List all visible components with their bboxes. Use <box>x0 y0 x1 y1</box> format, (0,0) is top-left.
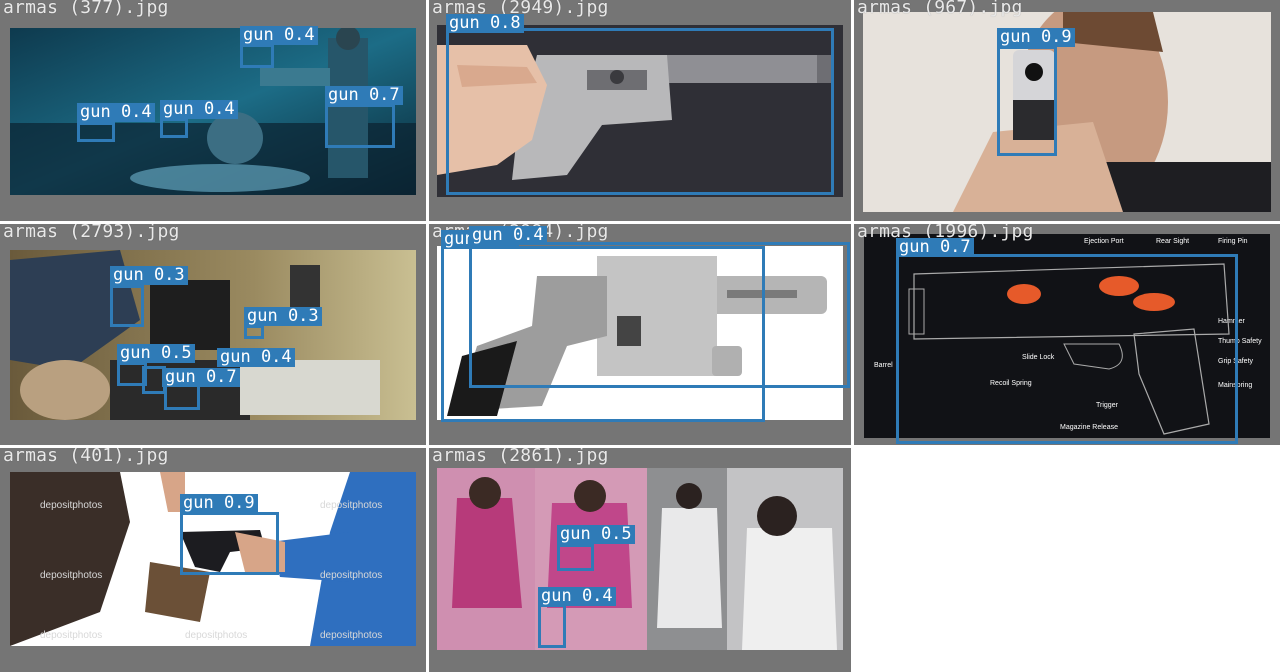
watermark-text: depositphotos <box>320 630 383 641</box>
detection-box[interactable] <box>997 46 1057 156</box>
watermark-text: depositphotos <box>40 570 103 581</box>
detection-label: gun 0.7 <box>162 368 240 387</box>
detection-box[interactable] <box>557 544 594 571</box>
detection-label: gun 0.5 <box>117 344 195 363</box>
image-filename: armas (2793).jpg <box>3 224 180 242</box>
image-filename: armas (401).jpg <box>3 448 169 466</box>
detection-label: gun 0.4 <box>469 226 547 245</box>
watermark-text: depositphotos <box>40 630 103 641</box>
detection-label: gun 0.9 <box>180 494 258 513</box>
detection-box[interactable] <box>896 254 1238 444</box>
thumbnail-image <box>10 250 416 420</box>
diagram-label: Ejection Port <box>1084 238 1124 245</box>
detection-box[interactable] <box>180 512 279 575</box>
watermark-text: depositphotos <box>320 570 383 581</box>
detection-label: gun 0.4 <box>217 348 295 367</box>
detection-label: gun 0.4 <box>240 26 318 45</box>
result-tile-7[interactable]: depositphotos depositphotos depositphoto… <box>0 448 426 672</box>
thumbnail-image <box>437 468 843 650</box>
watermark-text: depositphotos <box>185 630 248 641</box>
diagram-label: Rear Sight <box>1156 238 1190 245</box>
detection-box[interactable] <box>110 285 144 327</box>
result-tile-3[interactable]: armas (967).jpg gun 0.9 <box>854 0 1280 221</box>
image-filename: armas (2861).jpg <box>432 448 609 466</box>
detection-box[interactable] <box>160 118 188 138</box>
detection-label: gun 0.3 <box>110 266 188 285</box>
image-filename: armas (377).jpg <box>3 0 169 18</box>
detection-label: gun 0.3 <box>244 307 322 326</box>
result-tile-1[interactable]: armas (377).jpg gun 0.4 gun 0.7 gun 0.4 … <box>0 0 426 221</box>
detection-label: gun 0.4 <box>538 587 616 606</box>
result-tile-8[interactable]: armas (2861).jpg gun 0.5 gun 0.4 <box>429 448 851 672</box>
image-filename: armas (967).jpg <box>857 0 1023 18</box>
detection-box[interactable] <box>240 44 274 68</box>
watermark-text: depositphotos <box>40 500 103 511</box>
detection-label: gun 0.4 <box>77 103 155 122</box>
detection-label: gun 0.7 <box>325 86 403 105</box>
detection-box[interactable] <box>77 122 115 142</box>
prediction-grid: { "colors": { "tile_bg": "#757575", "box… <box>0 0 1280 672</box>
detection-label: gun 0.9 <box>997 28 1075 47</box>
detection-label: gun 0.4 <box>160 100 238 119</box>
detection-box[interactable] <box>469 242 850 388</box>
result-tile-2[interactable]: armas (2949).jpg gun 0.8 <box>429 0 851 221</box>
result-tile-5[interactable]: armas (2984).jpg gun 0.4 gun 0.4 <box>429 224 851 445</box>
result-tile-4[interactable]: armas (2793).jpg gun 0.3 gun 0.3 gun 0.7… <box>0 224 426 445</box>
detection-label: gun 0.5 <box>557 525 635 544</box>
detection-label: gun 0.8 <box>446 14 524 33</box>
detection-box[interactable] <box>325 104 395 148</box>
detection-box[interactable] <box>446 28 834 195</box>
diagram-label: Firing Pin <box>1218 238 1248 245</box>
detection-box[interactable] <box>244 325 264 339</box>
result-tile-6[interactable]: Ejection Port Rear Sight Firing Pin Hamm… <box>854 224 1280 445</box>
detection-box[interactable] <box>538 604 566 648</box>
detection-label: gun 0.7 <box>896 238 974 257</box>
watermark-text: depositphotos <box>320 500 383 511</box>
diagram-label: Barrel <box>874 362 893 369</box>
